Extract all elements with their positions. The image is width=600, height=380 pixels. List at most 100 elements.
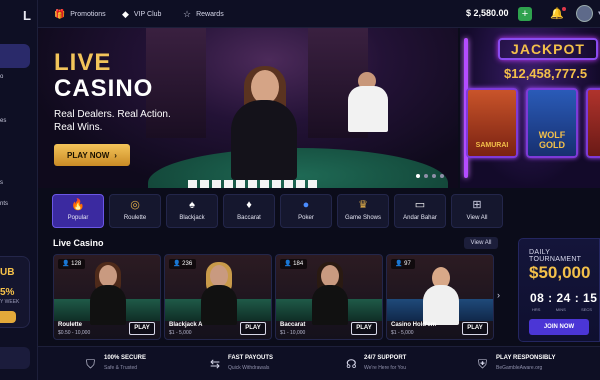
sidebar-item-label[interactable]: nts (0, 201, 8, 207)
grid-icon: ⊞ (472, 199, 482, 211)
hero-title: LIVE CASINO (54, 50, 153, 102)
play-button[interactable]: PLAY (351, 322, 377, 335)
promotions-label: Promotions (70, 11, 106, 18)
notifications-button[interactable]: 🔔 (550, 7, 566, 20)
dealer-image (321, 265, 339, 287)
play-button[interactable]: PLAY (129, 322, 155, 335)
dealer-image (348, 86, 388, 132)
category-poker[interactable]: ● Poker (280, 194, 332, 228)
play-button[interactable]: PLAY (462, 322, 488, 335)
feature-subtitle: Safe & Trusted (104, 365, 138, 371)
dealer-image (231, 100, 297, 180)
jackpot-title: JACKPOT (498, 38, 598, 60)
slot-game-tile[interactable]: WOLF GOLD (526, 88, 578, 158)
game-card-roulette[interactable]: 👤 128 Roulette $0.50 - 10,000 PLAY (53, 254, 161, 340)
casino-app: L o es s nts UB 5% Y WEEK 🎁 Promotions ◆… (0, 0, 600, 380)
chevron-right-icon[interactable]: › (497, 290, 500, 300)
category-label: View All (466, 215, 488, 221)
category-label: Blackjack (179, 215, 205, 221)
logo[interactable]: L (0, 8, 38, 26)
game-limits: $1 - 5,000 (169, 330, 192, 336)
category-andar-bahar[interactable]: ▭ Andar Bahar (394, 194, 446, 228)
feature-title: FAST PAYOUTS (228, 355, 274, 361)
carousel-dot[interactable] (432, 174, 436, 178)
slot-game-tile[interactable]: SAMURAI (466, 88, 518, 158)
feature-title: PLAY RESPONSIBLY (496, 355, 556, 361)
feature-subtitle[interactable]: BeGambleAware.org (496, 365, 542, 371)
game-name: Roulette (58, 322, 82, 328)
slot-game-tile[interactable] (586, 88, 600, 158)
hero-banner[interactable]: LIVE CASINO Real Dealers. Real Action. R… (38, 28, 458, 188)
play-now-label: PLAY NOW (67, 150, 110, 160)
dealer-image (201, 285, 237, 325)
deposit-button[interactable]: + (518, 7, 532, 21)
category-game-shows[interactable]: ♛ Game Shows (337, 194, 389, 228)
carousel-dot[interactable] (416, 174, 420, 178)
cards-image (188, 180, 318, 188)
dealer-image (210, 265, 228, 287)
dealer-image (251, 70, 279, 104)
top-bar: 🎁 Promotions ◆ VIP Club ☆ Rewards $ 2,58… (38, 0, 600, 28)
sidebar: L o es s nts UB 5% Y WEEK (0, 0, 38, 380)
jackpot-banner[interactable]: JACKPOT $12,458,777.5 SAMURAI WOLF GOLD (460, 28, 600, 188)
notification-dot (561, 7, 566, 11)
category-label: Poker (298, 215, 314, 221)
game-card-casino-holdem[interactable]: 👤 97 Casino Hold'em $1 - 5,000 PLAY (386, 254, 494, 340)
vip-club-link[interactable]: ◆ VIP Club (122, 9, 161, 20)
game-card-blackjack[interactable]: 👤 236 Blackjack A $1 - 5,000 PLAY (164, 254, 272, 340)
sidebar-item-label[interactable]: s (0, 180, 3, 186)
hero-subtitle-line1: Real Dealers. Real Action. (54, 109, 171, 120)
play-button[interactable]: PLAY (240, 322, 266, 335)
dealer-image (423, 285, 459, 325)
feature-title: 100% SECURE (104, 355, 147, 361)
slot-game-label: WOLF GOLD (538, 130, 566, 150)
hero-title-line2: CASINO (54, 75, 154, 102)
slot-game-label: SAMURAI (475, 142, 509, 149)
headset-icon: ☊ (346, 357, 357, 371)
sidebar-item-label[interactable]: es (0, 118, 6, 124)
hero-title-line1: LIVE (54, 49, 112, 76)
promo-percent: 5% (0, 287, 15, 298)
avatar[interactable] (576, 5, 593, 22)
feature-subtitle: We're Here for You (364, 365, 406, 371)
sidebar-item-label[interactable]: o (0, 74, 3, 80)
carousel-dots (416, 174, 444, 178)
spade-icon: ♠ (189, 199, 195, 211)
carousel-dot[interactable] (424, 174, 428, 178)
category-label: Game Shows (344, 215, 381, 221)
category-baccarat[interactable]: ♦ Baccarat (223, 194, 275, 228)
tournament-prize: $50,000 (529, 263, 591, 282)
category-label: Popular (67, 215, 89, 221)
features-footer: ⛉ 100% SECURE Safe & Trusted ⇆ FAST PAYO… (38, 346, 600, 380)
promotions-link[interactable]: 🎁 Promotions (54, 9, 106, 20)
category-popular[interactable]: 🔥 Popular (52, 194, 104, 228)
balance-display[interactable]: $ 2,580.00 (466, 8, 509, 18)
player-count-badge: 👤 97 (391, 259, 415, 269)
fast-payout-icon: ⇆ (210, 357, 221, 371)
promo-button[interactable] (0, 311, 16, 323)
sidebar-bottom-button[interactable] (0, 347, 30, 369)
category-blackjack[interactable]: ♠ Blackjack (166, 194, 218, 228)
sidebar-promo-card[interactable]: UB 5% Y WEEK (0, 256, 30, 328)
category-view-all[interactable]: ⊞ View All (451, 194, 503, 228)
rewards-link[interactable]: ☆ Rewards (183, 9, 224, 20)
play-now-button[interactable]: PLAY NOW › (54, 144, 130, 166)
dealer-image (99, 265, 117, 287)
game-limits: $1 - 5,000 (391, 330, 414, 336)
minutes-label: MINS (555, 307, 566, 312)
dealer-image (312, 285, 348, 325)
section-title: Live Casino (53, 238, 104, 248)
star-icon: ☆ (183, 9, 192, 19)
game-card-baccarat[interactable]: 👤 184 Baccarat $1 - 10,000 PLAY (275, 254, 383, 340)
fire-icon: 🔥 (71, 199, 85, 211)
carousel-dot[interactable] (440, 174, 444, 178)
shield-play-icon: ⛨ (478, 357, 488, 371)
category-roulette[interactable]: ◎ Roulette (109, 194, 161, 228)
game-name: Blackjack A (169, 322, 203, 328)
sidebar-item-active[interactable] (0, 44, 30, 68)
hero-subtitle-line2: Real Wins. (54, 122, 103, 133)
game-limits: $0.50 - 10,000 (58, 330, 91, 336)
join-now-button[interactable]: JOIN NOW (529, 319, 589, 335)
view-all-button[interactable]: View All (464, 237, 498, 249)
game-name: Baccarat (280, 322, 306, 328)
